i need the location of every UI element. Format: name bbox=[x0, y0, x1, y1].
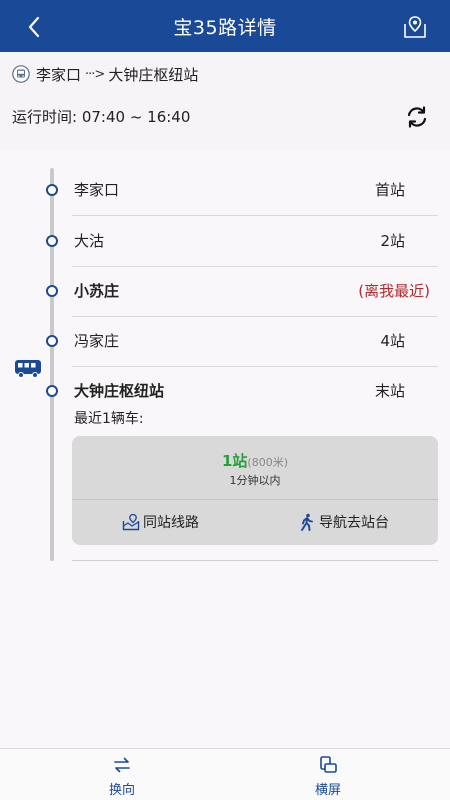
nearest-tag: (离我最近) bbox=[358, 282, 430, 300]
card-divider bbox=[72, 499, 438, 500]
stop-item-nearest[interactable]: 小苏庄 (离我最近) bbox=[0, 267, 450, 317]
stop-name: 小苏庄 bbox=[74, 282, 120, 300]
same-station-routes-button[interactable]: 同站线路 bbox=[122, 511, 199, 533]
map-routes-icon bbox=[122, 513, 140, 531]
navigate-to-stop-button[interactable]: 导航去站台 bbox=[298, 511, 389, 533]
stop-name: 大沽 bbox=[74, 232, 105, 250]
stop-dot bbox=[46, 235, 58, 247]
stop-item[interactable]: 冯家庄 4站 bbox=[0, 317, 450, 367]
reverse-label: 换向 bbox=[108, 783, 135, 798]
stop-item[interactable]: 大沽 2站 bbox=[0, 217, 450, 267]
stop-dot bbox=[46, 285, 58, 297]
route-from: 李家口 bbox=[36, 65, 82, 84]
divider bbox=[72, 560, 438, 561]
bus-icon bbox=[12, 65, 30, 83]
stop-tag: 末站 bbox=[374, 382, 405, 400]
stop-name: 冯家庄 bbox=[74, 332, 120, 350]
vehicle-eta: 1分钟以内 bbox=[229, 474, 281, 487]
stop-tag: 2站 bbox=[380, 232, 405, 250]
route-to: 大钟庄枢纽站 bbox=[108, 65, 199, 84]
recent-vehicles-label: 最近1辆车: bbox=[74, 411, 144, 427]
stop-dot bbox=[46, 335, 58, 347]
stop-dot bbox=[46, 385, 58, 397]
stops-away: 1站 bbox=[221, 452, 248, 470]
landscape-tab[interactable]: 横屏 bbox=[288, 755, 368, 798]
stop-dot bbox=[46, 184, 58, 196]
stop-item[interactable]: 李家口 首站 bbox=[0, 166, 450, 216]
same-station-label: 同站线路 bbox=[143, 515, 199, 531]
stop-item-selected[interactable]: 大钟庄枢纽站 末站 bbox=[0, 367, 450, 417]
route-summary: 李家口 ···> 大钟庄枢纽站 bbox=[12, 62, 198, 86]
map-pin-icon[interactable] bbox=[402, 14, 428, 40]
operating-time: 运行时间: 07:40 ~ 16:40 bbox=[12, 108, 191, 126]
bottom-tab-bar: 换向 横屏 bbox=[0, 748, 450, 800]
distance-meters: (800米) bbox=[247, 456, 289, 469]
route-arrow: ···> bbox=[85, 66, 105, 82]
stop-tag: 首站 bbox=[374, 181, 405, 199]
vehicle-card: 1站(800米) 1分钟以内 同站线路 导航去站台 bbox=[72, 436, 438, 545]
top-bar: 宝35路详情 bbox=[0, 0, 450, 52]
refresh-icon[interactable] bbox=[404, 104, 430, 130]
page-title: 宝35路详情 bbox=[173, 17, 277, 39]
stop-tag: 4站 bbox=[380, 332, 405, 350]
walking-icon bbox=[301, 513, 313, 531]
divider bbox=[72, 215, 438, 216]
vehicle-distance: 1站(800米) bbox=[72, 450, 438, 471]
landscape-icon bbox=[320, 756, 337, 773]
stop-name: 大钟庄枢纽站 bbox=[74, 382, 165, 400]
swap-arrows-icon bbox=[114, 757, 130, 773]
reverse-direction-tab[interactable]: 换向 bbox=[82, 755, 162, 798]
landscape-label: 横屏 bbox=[314, 783, 341, 798]
stop-name: 李家口 bbox=[74, 181, 120, 199]
navigate-label: 导航去站台 bbox=[319, 515, 389, 531]
